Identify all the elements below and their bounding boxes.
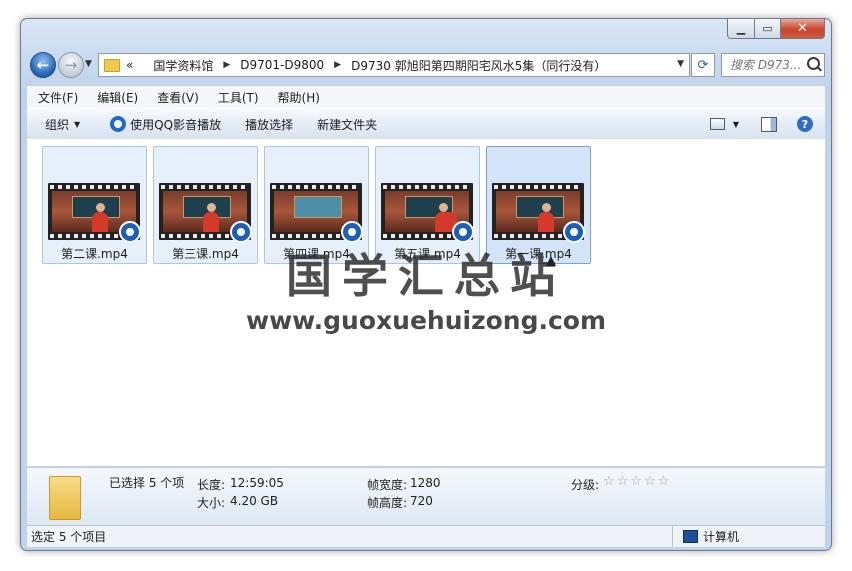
close-button[interactable]: ✕: [781, 19, 825, 39]
maximize-button[interactable]: ▭: [755, 19, 781, 39]
status-zone-label: 计算机: [703, 530, 740, 544]
back-arrow-icon: ←: [36, 56, 50, 74]
new-folder-label: 新建文件夹: [317, 117, 378, 132]
size-label: 大小:: [197, 496, 226, 510]
command-bar: 组织 ▼ 使用QQ影音播放 播放选择 新建文件夹 ▼ ?: [27, 108, 825, 140]
folder-icon: [49, 476, 81, 520]
views-dropdown-icon[interactable]: ▼: [733, 120, 739, 129]
star-icon[interactable]: ☆☆☆☆☆: [603, 474, 671, 489]
frame-width-value: 1280: [410, 476, 441, 490]
play-selection-button[interactable]: 播放选择: [233, 116, 305, 133]
help-icon[interactable]: ?: [797, 116, 813, 132]
menu-view[interactable]: 查看(V): [149, 89, 207, 106]
menu-file[interactable]: 文件(F): [30, 89, 86, 106]
chevron-right-icon[interactable]: ▶: [334, 60, 341, 70]
maximize-icon: ▭: [762, 22, 773, 35]
preview-pane-icon[interactable]: [761, 116, 777, 132]
duration-label: 长度:: [197, 478, 226, 492]
organize-button[interactable]: 组织 ▼: [33, 116, 92, 133]
breadcrumb-item[interactable]: D9701-D9800: [240, 58, 324, 72]
search-input[interactable]: [728, 57, 812, 73]
breadcrumb-item[interactable]: D9730 郭旭阳第四期阳宅风水5集（同行没有）: [351, 57, 606, 74]
breadcrumb-item[interactable]: 国学资料馆: [153, 57, 213, 74]
search-box[interactable]: [721, 53, 825, 77]
computer-icon: [683, 530, 698, 543]
organize-label: 组织: [45, 117, 70, 132]
mouse-cursor-icon: [546, 256, 556, 266]
address-dropdown-icon[interactable]: ▼: [677, 59, 684, 69]
close-icon: ✕: [797, 21, 808, 36]
selection-count: 已选择 5 个项: [109, 476, 185, 490]
status-text: 选定 5 个项目: [31, 530, 107, 544]
menu-tools[interactable]: 工具(T): [210, 89, 267, 106]
caption-buttons: ▁ ▭ ✕: [727, 19, 825, 39]
rating-label: 分级:: [571, 478, 600, 492]
folder-icon: [104, 58, 120, 72]
menu-help[interactable]: 帮助(H): [270, 89, 328, 106]
minimize-icon: ▁: [736, 22, 746, 35]
frame-height-label: 帧高度:: [367, 496, 408, 510]
details-pane: 已选择 5 个项 长度: 12:59:05 大小: 4.20 GB 帧宽度: 1…: [27, 467, 825, 526]
watermark-url: www.guoxuehuizong.com: [245, 306, 607, 335]
duration-value: 12:59:05: [230, 476, 284, 490]
size-value: 4.20 GB: [230, 494, 279, 508]
command-bar-right: ▼ ?: [709, 109, 825, 139]
menu-edit[interactable]: 编辑(E): [89, 89, 146, 106]
status-bar: 选定 5 个项目 计算机: [27, 525, 825, 547]
frame-width-label: 帧宽度:: [367, 478, 408, 492]
back-button[interactable]: ←: [30, 52, 56, 78]
qq-player-icon: [110, 116, 127, 132]
forward-arrow-icon: →: [64, 56, 78, 74]
recent-pages-dropdown[interactable]: ▼: [85, 59, 92, 69]
play-selection-label: 播放选择: [245, 117, 294, 132]
chevron-right-icon[interactable]: ▶: [223, 60, 230, 70]
menu-bar: 文件(F) 编辑(E) 查看(V) 工具(T) 帮助(H): [27, 85, 825, 108]
minimize-button[interactable]: ▁: [727, 19, 755, 39]
watermark-title: 国学汇总站: [286, 249, 566, 303]
qq-play-label: 使用QQ影音播放: [130, 117, 222, 132]
refresh-button[interactable]: ⟳: [691, 53, 715, 77]
frame-height-value: 720: [410, 494, 433, 508]
address-bar[interactable]: « 国学资料馆 ▶ D9701-D9800 ▶ D9730 郭旭阳第四期阳宅风水…: [98, 53, 690, 77]
search-icon[interactable]: [807, 57, 820, 70]
qq-play-button[interactable]: 使用QQ影音播放: [98, 116, 233, 133]
views-icon[interactable]: [709, 118, 725, 130]
rating-stars[interactable]: ☆☆☆☆☆: [603, 474, 671, 489]
new-folder-button[interactable]: 新建文件夹: [305, 116, 389, 133]
breadcrumb-overflow[interactable]: «: [126, 58, 133, 72]
status-zone: 计算机: [672, 526, 739, 547]
chevron-down-icon: ▼: [74, 119, 81, 129]
forward-button[interactable]: →: [58, 52, 84, 78]
refresh-icon: ⟳: [697, 57, 709, 73]
